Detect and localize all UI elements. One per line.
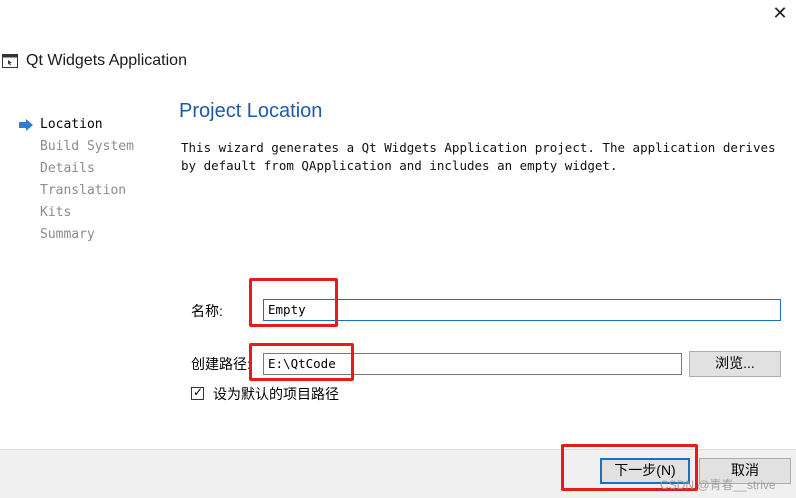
name-label: 名称: [191, 303, 223, 319]
default-path-checkbox[interactable]: ✓ [191, 385, 204, 400]
step-details: Details [18, 158, 134, 180]
browse-button[interactable]: 浏览... [689, 351, 781, 377]
step-summary: Summary [18, 224, 134, 246]
step-label: Build System [40, 139, 134, 154]
step-translation: Translation [18, 180, 134, 202]
default-path-label: 设为默认的项目路径 [213, 386, 339, 402]
step-label: Translation [40, 183, 127, 198]
window-app-icon [2, 54, 18, 68]
step-label: Location [40, 117, 103, 132]
name-input[interactable]: Empty [263, 299, 781, 321]
step-kits: Kits [18, 202, 134, 224]
current-step-arrow-icon [19, 119, 33, 131]
path-label: 创建路径: [191, 356, 251, 372]
step-label: Kits [40, 205, 72, 220]
window-title: Qt Widgets Application [26, 52, 187, 69]
step-build-system: Build System [18, 136, 134, 158]
path-input[interactable]: E:\QtCode [263, 353, 682, 375]
wizard-steps: Location Build System Details Translatio… [18, 114, 134, 246]
page-title: Project Location [179, 100, 323, 122]
step-label: Summary [40, 227, 95, 242]
checkmark-icon: ✓ [193, 385, 204, 399]
close-button[interactable]: ✕ [770, 4, 790, 24]
step-location: Location [18, 114, 134, 136]
watermark: CSDN @青春__strive [660, 478, 776, 492]
step-label: Details [40, 161, 95, 176]
page-description: This wizard generates a Qt Widgets Appli… [181, 140, 776, 173]
